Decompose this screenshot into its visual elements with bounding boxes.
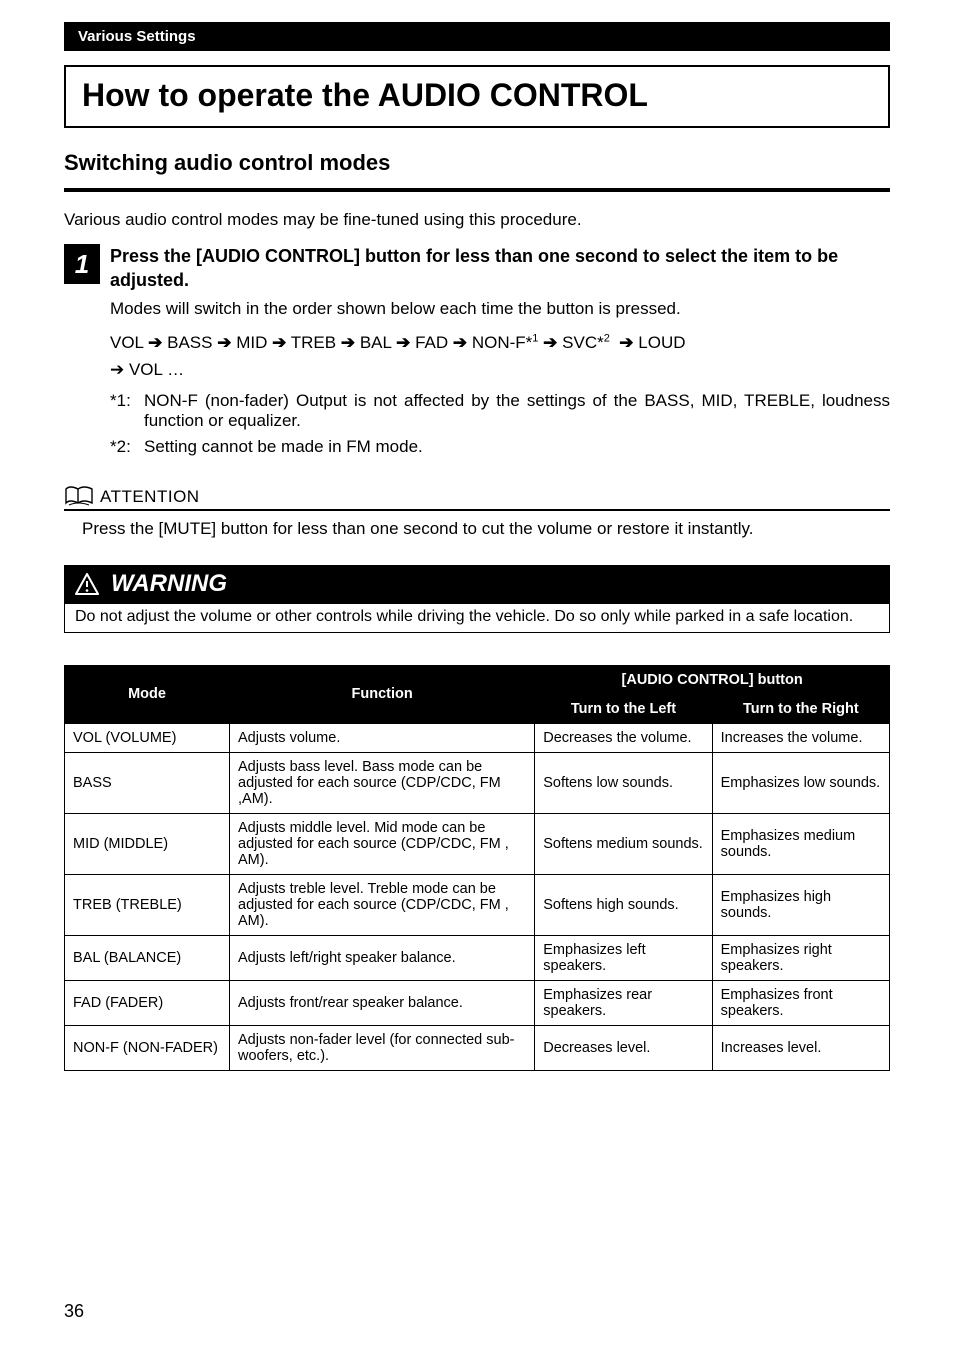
seq-item: BAL: [360, 333, 392, 352]
warning-header: WARNING: [65, 566, 889, 604]
footnote-tag: *2:: [110, 437, 144, 457]
table-row: MID (MIDDLE) Adjusts middle level. Mid m…: [65, 813, 890, 874]
footnotes: *1: NON-F (non-fader) Output is not affe…: [110, 391, 890, 457]
attention-rule: [64, 509, 890, 511]
warning-label: WARNING: [111, 570, 227, 598]
cell-right: Emphasizes low sounds.: [712, 752, 889, 813]
footnote-text: Setting cannot be made in FM mode.: [144, 437, 890, 457]
cell-mode: TREB (TREBLE): [65, 874, 230, 935]
cell-right: Increases level.: [712, 1025, 889, 1070]
cell-left: Emphasizes rear speakers.: [535, 980, 712, 1025]
cell-mode: BAL (BALANCE): [65, 935, 230, 980]
cell-right: Emphasizes medium sounds.: [712, 813, 889, 874]
title-box: How to operate the AUDIO CONTROL: [64, 65, 890, 128]
cell-mode: MID (MIDDLE): [65, 813, 230, 874]
seq-item: MID: [236, 333, 267, 352]
step-description: Modes will switch in the order shown bel…: [110, 299, 890, 319]
col-left: Turn to the Left: [535, 694, 712, 723]
cell-left: Softens high sounds.: [535, 874, 712, 935]
arrow-icon: ➔: [543, 333, 557, 352]
table-header-row: Mode Function [AUDIO CONTROL] button: [65, 665, 890, 694]
step-1: 1 Press the [AUDIO CONTROL] button for l…: [64, 244, 890, 463]
warning-text: Do not adjust the volume or other contro…: [65, 604, 889, 632]
footnote: *1: NON-F (non-fader) Output is not affe…: [110, 391, 890, 431]
table-row: TREB (TREBLE) Adjusts treble level. Treb…: [65, 874, 890, 935]
cell-right: Increases the volume.: [712, 723, 889, 752]
arrow-icon: ➔: [217, 333, 231, 352]
arrow-icon: ➔: [341, 333, 355, 352]
section-header: Various Settings: [64, 22, 890, 51]
seq-item: FAD: [415, 333, 448, 352]
attention-label: ATTENTION: [100, 487, 200, 507]
table-row: BASS Adjusts bass level. Bass mode can b…: [65, 752, 890, 813]
intro-text: Various audio control modes may be fine-…: [64, 210, 890, 230]
cell-func: Adjusts volume.: [230, 723, 535, 752]
rule: [64, 188, 890, 192]
cell-func: Adjusts bass level. Bass mode can be adj…: [230, 752, 535, 813]
cell-right: Emphasizes right speakers.: [712, 935, 889, 980]
cell-mode: BASS: [65, 752, 230, 813]
cell-func: Adjusts front/rear speaker balance.: [230, 980, 535, 1025]
col-group: [AUDIO CONTROL] button: [535, 665, 890, 694]
arrow-icon: ➔: [396, 333, 410, 352]
arrow-icon: ➔: [619, 333, 633, 352]
cell-func: Adjusts middle level. Mid mode can be ad…: [230, 813, 535, 874]
page: Various Settings How to operate the AUDI…: [0, 0, 954, 1352]
step-body: Press the [AUDIO CONTROL] button for les…: [110, 244, 890, 463]
table-row: BAL (BALANCE) Adjusts left/right speaker…: [65, 935, 890, 980]
table-body: VOL (VOLUME) Adjusts volume. Decreases t…: [65, 723, 890, 1070]
book-icon: [64, 483, 94, 507]
cell-mode: VOL (VOLUME): [65, 723, 230, 752]
mode-sequence: VOL ➔ BASS ➔ MID ➔ TREB ➔ BAL ➔ FAD ➔ NO…: [110, 329, 890, 383]
cell-left: Softens medium sounds.: [535, 813, 712, 874]
arrow-icon: ➔: [148, 333, 162, 352]
cell-left: Emphasizes left speakers.: [535, 935, 712, 980]
seq-item: TREB: [291, 333, 336, 352]
footnote-tag: *1:: [110, 391, 144, 431]
arrow-icon: ➔: [453, 333, 467, 352]
cell-left: Softens low sounds.: [535, 752, 712, 813]
footnote: *2: Setting cannot be made in FM mode.: [110, 437, 890, 457]
subsection-title: Switching audio control modes: [64, 150, 890, 180]
seq-wrap: ➔ VOL …: [110, 360, 184, 379]
seq-item: VOL: [110, 333, 143, 352]
cell-left: Decreases the volume.: [535, 723, 712, 752]
cell-left: Decreases level.: [535, 1025, 712, 1070]
table-row: NON-F (NON-FADER) Adjusts non-fader leve…: [65, 1025, 890, 1070]
arrow-icon: ➔: [272, 333, 286, 352]
warning-triangle-icon: [75, 573, 99, 595]
attention-header: ATTENTION: [64, 483, 890, 507]
seq-item: LOUD: [638, 333, 685, 352]
audio-control-table: Mode Function [AUDIO CONTROL] button Tur…: [64, 665, 890, 1071]
table-row: FAD (FADER) Adjusts front/rear speaker b…: [65, 980, 890, 1025]
cell-right: Emphasizes high sounds.: [712, 874, 889, 935]
col-right: Turn to the Right: [712, 694, 889, 723]
seq-item: SVC*2: [562, 333, 610, 352]
cell-func: Adjusts treble level. Treble mode can be…: [230, 874, 535, 935]
cell-mode: NON-F (NON-FADER): [65, 1025, 230, 1070]
col-mode: Mode: [65, 665, 230, 723]
cell-func: Adjusts non-fader level (for connected s…: [230, 1025, 535, 1070]
page-title: How to operate the AUDIO CONTROL: [82, 77, 872, 114]
table-row: VOL (VOLUME) Adjusts volume. Decreases t…: [65, 723, 890, 752]
seq-item: BASS: [167, 333, 212, 352]
cell-right: Emphasizes front speakers.: [712, 980, 889, 1025]
seq-item: NON-F*1: [472, 333, 539, 352]
footnote-text: NON-F (non-fader) Output is not affected…: [144, 391, 890, 431]
warning-box: WARNING Do not adjust the volume or othe…: [64, 565, 890, 633]
step-number-badge: 1: [64, 244, 100, 284]
cell-mode: FAD (FADER): [65, 980, 230, 1025]
page-number: 36: [64, 1301, 84, 1322]
step-instruction: Press the [AUDIO CONTROL] button for les…: [110, 244, 890, 293]
col-function: Function: [230, 665, 535, 723]
attention-text: Press the [MUTE] button for less than on…: [82, 519, 890, 539]
cell-func: Adjusts left/right speaker balance.: [230, 935, 535, 980]
